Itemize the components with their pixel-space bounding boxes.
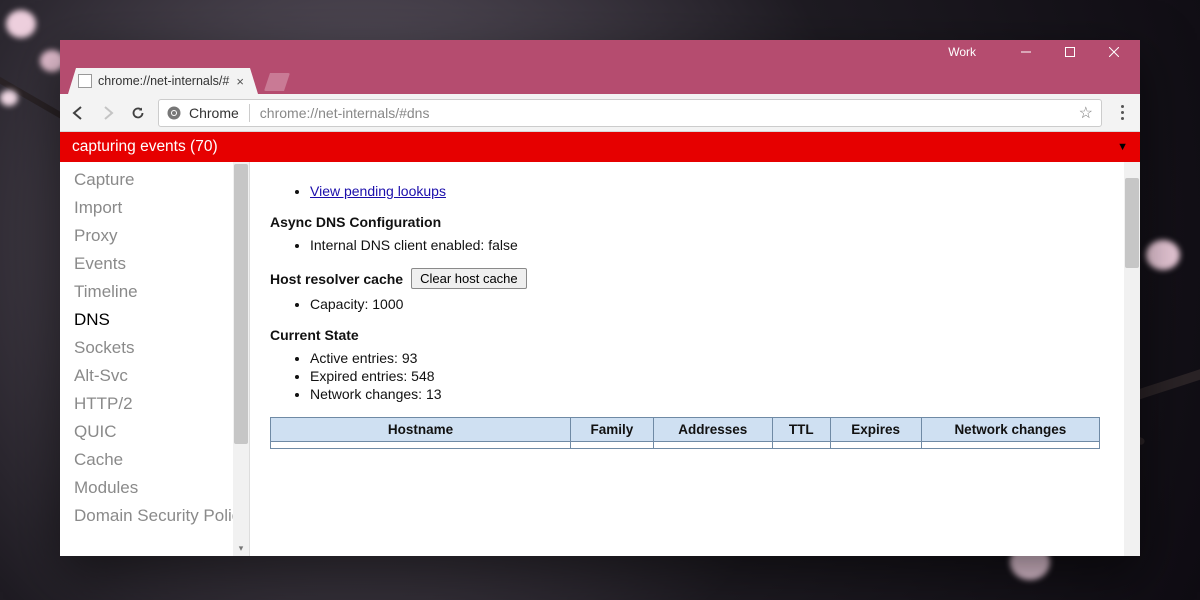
- sidebar-item-http-2[interactable]: HTTP/2: [60, 390, 249, 418]
- back-button[interactable]: [68, 103, 88, 123]
- internal-dns-value: Internal DNS client enabled: false: [310, 236, 1120, 254]
- window-close-button[interactable]: [1092, 40, 1136, 64]
- reload-button[interactable]: [128, 103, 148, 123]
- sidebar-item-domain-security-polic[interactable]: Domain Security Polic: [60, 502, 249, 530]
- main-scrollbar-track[interactable]: [1124, 162, 1140, 556]
- chrome-icon: [167, 106, 181, 120]
- sidebar-item-proxy[interactable]: Proxy: [60, 222, 249, 250]
- forward-button[interactable]: [98, 103, 118, 123]
- browser-menu-button[interactable]: [1112, 105, 1132, 120]
- active-entries-value: Active entries: 93: [310, 349, 1120, 367]
- sidebar-scrollbar-track[interactable]: ▴ ▾: [233, 162, 249, 556]
- sidebar-item-alt-svc[interactable]: Alt-Svc: [60, 362, 249, 390]
- browser-window: Work chrome://net-internals/# ×: [60, 40, 1140, 556]
- main-scrollbar-thumb[interactable]: [1125, 178, 1139, 268]
- main-panel: View pending lookups Async DNS Configura…: [250, 162, 1140, 556]
- sidebar-scrollbar-thumb[interactable]: [234, 164, 248, 444]
- sidebar-item-events[interactable]: Events: [60, 250, 249, 278]
- tab-close-icon[interactable]: ×: [232, 74, 248, 89]
- capacity-value: Capacity: 1000: [310, 295, 1120, 313]
- network-changes-value: Network changes: 13: [310, 385, 1120, 403]
- window-maximize-button[interactable]: [1048, 40, 1092, 64]
- async-dns-heading: Async DNS Configuration: [270, 214, 1120, 230]
- window-titlebar: Work: [60, 40, 1140, 64]
- sidebar-item-dns[interactable]: DNS: [60, 306, 249, 334]
- sidebar-item-capture[interactable]: Capture: [60, 166, 249, 194]
- sidebar-item-sockets[interactable]: Sockets: [60, 334, 249, 362]
- table-header-ttl: TTL: [772, 418, 830, 442]
- tab-strip: chrome://net-internals/# ×: [60, 64, 1140, 94]
- capture-status-banner[interactable]: capturing events (70) ▼: [60, 132, 1140, 162]
- host-cache-table: HostnameFamilyAddressesTTLExpiresNetwork…: [270, 417, 1100, 449]
- table-row: [271, 442, 1100, 449]
- clear-host-cache-button[interactable]: Clear host cache: [411, 268, 527, 289]
- sidebar-item-timeline[interactable]: Timeline: [60, 278, 249, 306]
- table-header-hostname: Hostname: [271, 418, 571, 442]
- sidebar-item-import[interactable]: Import: [60, 194, 249, 222]
- address-bar[interactable]: Chrome chrome://net-internals/#dns ☆: [158, 99, 1102, 127]
- url-text: chrome://net-internals/#dns: [260, 105, 430, 121]
- browser-tab[interactable]: chrome://net-internals/# ×: [68, 68, 258, 94]
- view-pending-link[interactable]: View pending lookups: [310, 183, 446, 199]
- window-minimize-button[interactable]: [1004, 40, 1048, 64]
- table-header-expires: Expires: [830, 418, 921, 442]
- page-favicon-icon: [78, 74, 92, 88]
- sidebar-item-modules[interactable]: Modules: [60, 474, 249, 502]
- table-header-family: Family: [571, 418, 654, 442]
- capture-status-text: capturing events (70): [72, 138, 218, 156]
- tab-title: chrome://net-internals/#: [98, 74, 229, 88]
- table-header-network-changes: Network changes: [921, 418, 1099, 442]
- expired-entries-value: Expired entries: 548: [310, 367, 1120, 385]
- sidebar: CaptureImportProxyEventsTimelineDNSSocke…: [60, 162, 250, 556]
- sidebar-item-cache[interactable]: Cache: [60, 446, 249, 474]
- sidebar-item-quic[interactable]: QUIC: [60, 418, 249, 446]
- current-state-heading: Current State: [270, 327, 1120, 343]
- table-header-addresses: Addresses: [653, 418, 772, 442]
- virtual-desktop-label: Work: [948, 45, 976, 59]
- bookmark-star-icon[interactable]: ☆: [1079, 103, 1093, 123]
- banner-dropdown-icon[interactable]: ▼: [1117, 141, 1128, 153]
- scroll-down-icon[interactable]: ▾: [233, 540, 249, 556]
- toolbar-separator: [249, 104, 250, 122]
- host-resolver-heading: Host resolver cache: [270, 271, 403, 287]
- browser-toolbar: Chrome chrome://net-internals/#dns ☆: [60, 94, 1140, 132]
- page-content: CaptureImportProxyEventsTimelineDNSSocke…: [60, 162, 1140, 556]
- new-tab-button[interactable]: [264, 73, 290, 91]
- url-scheme-label: Chrome: [189, 105, 239, 121]
